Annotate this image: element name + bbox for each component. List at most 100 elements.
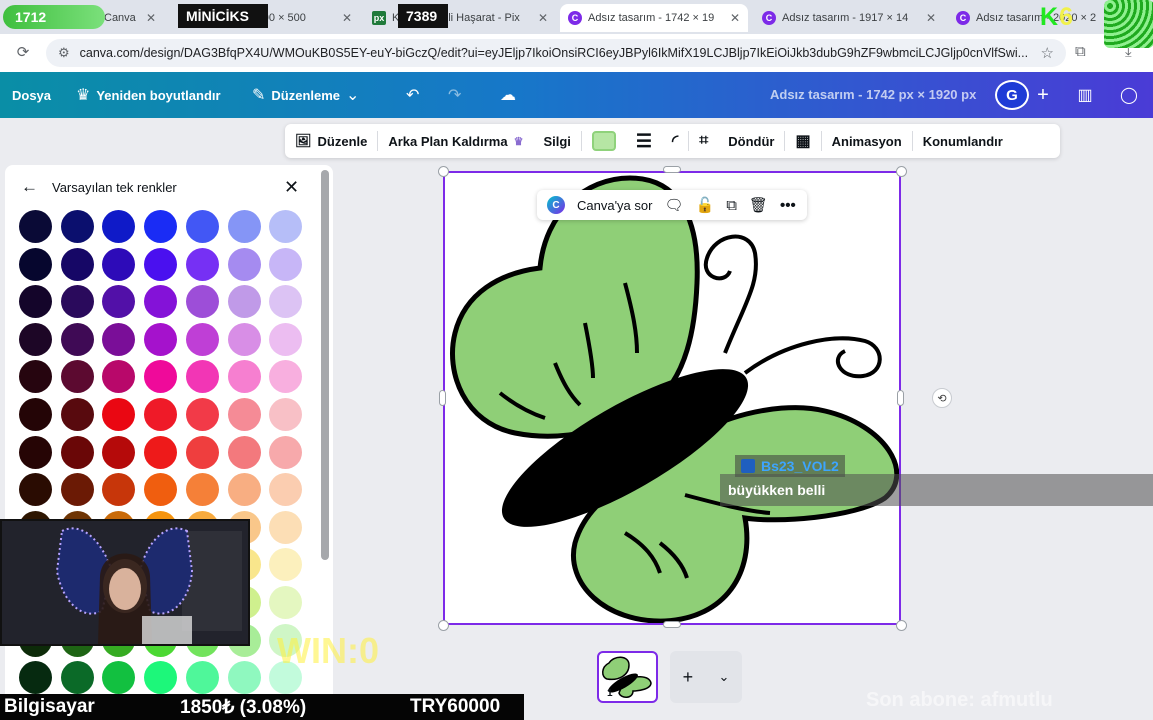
browser-tab-4[interactable]: C Adsız tasarım - 1742 × 19 ✕ — [560, 4, 748, 32]
color-swatch[interactable] — [269, 360, 303, 394]
color-swatch[interactable] — [269, 473, 303, 507]
color-swatch[interactable] — [269, 435, 303, 469]
color-swatch[interactable] — [102, 661, 136, 695]
color-swatch[interactable] — [60, 210, 94, 243]
browser-tab-3[interactable]: px Ke... Sevimli Haşarat - Pix ✕ — [364, 4, 556, 32]
butterfly-image[interactable] — [445, 173, 900, 624]
resize-handle[interactable] — [663, 621, 681, 628]
bookmark-star-icon[interactable]: ☆ — [1041, 44, 1054, 62]
resize-handle[interactable] — [663, 166, 681, 173]
resize-button[interactable]: ♛ Yeniden boyutlandır — [76, 72, 221, 118]
color-swatch[interactable] — [185, 247, 219, 281]
color-swatch[interactable] — [185, 360, 219, 394]
color-swatch[interactable] — [19, 661, 52, 695]
color-swatch[interactable] — [102, 435, 136, 469]
browser-tab-5[interactable]: C Adsız tasarım - 1917 × 14 ✕ — [754, 4, 944, 32]
color-swatch[interactable] — [227, 322, 261, 356]
color-swatch[interactable] — [19, 360, 52, 394]
color-swatch[interactable] — [144, 360, 178, 394]
color-swatch[interactable] — [269, 586, 303, 619]
color-swatch[interactable] — [144, 435, 178, 469]
color-swatch[interactable] — [227, 473, 261, 507]
browser-tab-1[interactable]: Canva ✕ — [96, 4, 164, 32]
resize-handle[interactable] — [896, 620, 907, 631]
add-page-icon[interactable]: + — [683, 667, 694, 688]
close-icon[interactable]: ✕ — [926, 11, 936, 25]
page-thumbnail[interactable]: 1 — [597, 651, 658, 703]
color-swatch[interactable] — [19, 473, 52, 507]
close-icon[interactable]: ✕ — [538, 11, 548, 25]
resize-handle[interactable] — [438, 166, 449, 177]
color-swatch[interactable] — [227, 247, 261, 281]
browser-tab-6[interactable]: C Adsız tasarım - 2020 × 2 — [948, 4, 1098, 32]
color-swatch[interactable] — [269, 548, 303, 582]
color-swatch[interactable] — [269, 210, 303, 243]
color-swatch[interactable] — [144, 285, 178, 319]
color-swatch[interactable] — [19, 247, 52, 281]
comment-add-icon[interactable]: 🗨 — [664, 196, 683, 214]
color-swatch[interactable] — [185, 210, 219, 243]
redo-button[interactable]: ↷ — [448, 72, 461, 118]
color-swatch[interactable] — [185, 285, 219, 319]
edit-mode-button[interactable]: ✎ Düzenleme ⌄ — [252, 72, 359, 118]
corner-rounding-button[interactable]: ◜ — [662, 124, 688, 158]
color-swatch[interactable] — [102, 285, 136, 319]
duplicate-icon[interactable]: ⧉ — [726, 197, 737, 214]
add-collaborator-button[interactable]: + — [1028, 80, 1058, 110]
color-swatch[interactable] — [185, 473, 219, 507]
color-swatch[interactable] — [60, 473, 94, 507]
color-swatch[interactable] — [227, 210, 261, 243]
chevron-down-icon[interactable]: ⌄ — [718, 669, 729, 685]
color-swatch[interactable] — [19, 398, 52, 431]
color-swatch[interactable] — [60, 661, 94, 695]
close-icon[interactable]: ✕ — [730, 11, 740, 25]
color-swatch[interactable] — [144, 247, 178, 281]
color-swatch[interactable] — [60, 247, 94, 281]
rotate-handle-icon[interactable]: ⟲ — [932, 388, 952, 408]
color-swatch[interactable] — [227, 360, 261, 394]
insights-button[interactable]: ▥ — [1070, 80, 1100, 110]
color-swatch[interactable] — [60, 435, 94, 469]
rotate-button[interactable]: Döndür — [718, 124, 784, 158]
color-swatch[interactable] — [60, 285, 94, 319]
site-info-icon[interactable]: ⚙ — [58, 45, 70, 61]
color-swatch[interactable] — [269, 510, 303, 544]
close-icon[interactable]: ✕ — [342, 11, 352, 25]
more-options-icon[interactable]: ••• — [780, 197, 796, 214]
color-swatch[interactable] — [144, 322, 178, 356]
close-icon[interactable]: ✕ — [146, 11, 156, 25]
design-page[interactable] — [443, 171, 901, 625]
color-swatch[interactable] — [60, 322, 94, 356]
color-swatch[interactable] — [102, 210, 136, 243]
bg-remove-button[interactable]: Arka Plan Kaldırma ♛ — [378, 124, 533, 158]
color-swatch[interactable] — [227, 398, 261, 431]
color-swatch[interactable] — [60, 398, 94, 431]
close-icon[interactable]: ✕ — [284, 177, 299, 198]
color-swatch[interactable] — [185, 435, 219, 469]
edit-image-button[interactable]: 🖼 Düzenle — [285, 124, 377, 158]
color-swatch[interactable] — [60, 360, 94, 394]
cloud-save-button[interactable]: ☁ — [500, 72, 516, 118]
resize-handle[interactable] — [896, 166, 907, 177]
color-swatch[interactable] — [19, 322, 52, 356]
color-swatch[interactable] — [144, 661, 178, 695]
color-swatch-button[interactable] — [582, 124, 626, 158]
reload-icon[interactable]: ⟳ — [8, 43, 38, 61]
color-swatch[interactable] — [269, 285, 303, 319]
color-swatch[interactable] — [185, 322, 219, 356]
color-swatch[interactable] — [269, 247, 303, 281]
color-swatch[interactable] — [102, 473, 136, 507]
color-swatch[interactable] — [269, 322, 303, 356]
color-swatch[interactable] — [144, 210, 178, 243]
animate-button[interactable]: Animasyon — [822, 124, 912, 158]
color-swatch[interactable] — [227, 285, 261, 319]
eraser-button[interactable]: Silgi — [533, 124, 580, 158]
file-menu-button[interactable]: Dosya — [12, 72, 51, 118]
comments-button[interactable]: ◯ — [1114, 80, 1144, 110]
design-title[interactable]: Adsız tasarım - 1742 px × 1920 px — [770, 87, 976, 102]
color-swatch[interactable] — [185, 398, 219, 431]
lock-icon[interactable]: 🔓 — [696, 196, 715, 214]
color-swatch[interactable] — [144, 398, 178, 431]
extensions-icon[interactable]: ⧉ — [1075, 43, 1086, 60]
url-field[interactable]: ⚙ canva.com/design/DAG3BfqPX4U/WMOuKB0S5… — [46, 39, 1066, 67]
